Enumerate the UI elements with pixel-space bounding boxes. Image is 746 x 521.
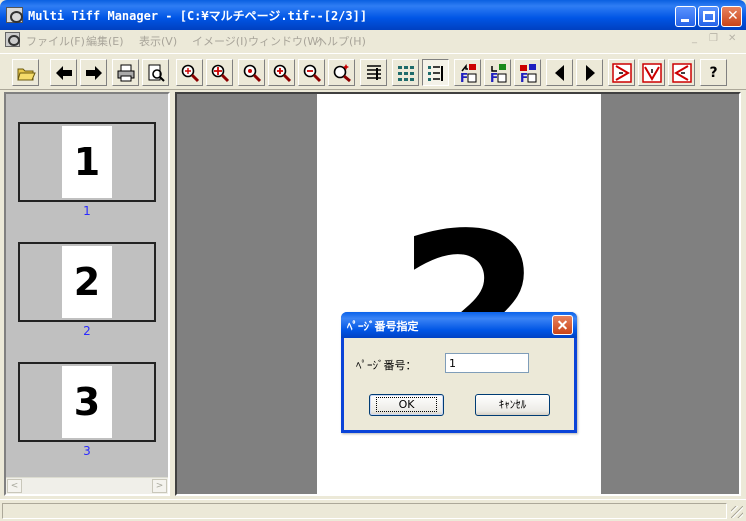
insert-page-before-icon: F (460, 63, 476, 83)
zoom-out-button[interactable] (238, 59, 265, 86)
title-bar[interactable]: Multi Tiff Manager - [C:¥マルチページ.tif--[2/… (0, 0, 746, 30)
list-view-icon (427, 65, 443, 81)
mdi-minimize-icon[interactable]: _ (692, 33, 697, 44)
forward-arrow-icon (85, 65, 102, 80)
insert-page-before-button[interactable]: F (454, 59, 481, 86)
thumbnail-grid-icon (397, 65, 414, 81)
help-button[interactable]: ? (700, 59, 727, 86)
menu-file[interactable]: ファイル(F) (26, 33, 85, 49)
flip-vertical-button[interactable] (638, 59, 665, 86)
scroll-left-icon[interactable]: < (7, 479, 22, 493)
close-icon: ✕ (727, 8, 739, 24)
forward-button[interactable] (80, 59, 107, 86)
ok-label: OK (375, 397, 438, 412)
status-bar (0, 499, 746, 521)
zoom-out-icon (243, 64, 261, 82)
thumbnail-pane[interactable]: 1 1 2 2 3 3 < > (4, 92, 170, 496)
rotate-right-icon (611, 62, 632, 83)
print-preview-icon (148, 64, 165, 82)
print-icon (117, 64, 134, 81)
help-icon: ? (709, 64, 718, 81)
thumbnail-digit: 2 (62, 246, 112, 318)
cancel-button[interactable]: ｷｬﾝｾﾙ (475, 394, 550, 416)
rotate-left-button[interactable] (668, 59, 695, 86)
rotate-left-icon (671, 62, 692, 83)
thumbnail-label: 2 (83, 324, 91, 338)
thumbnail-digit: 1 (62, 126, 112, 198)
zoom-star-button[interactable] (328, 59, 355, 86)
next-page-button[interactable] (576, 59, 603, 86)
dialog-close-icon[interactable] (552, 315, 573, 335)
single-page-view-icon (366, 64, 381, 80)
thumbnail-page-3[interactable]: 3 (18, 362, 156, 442)
menu-bar: ファイル(F) 編集(E) 表示(V) イメージ(I) ウィンドウ(W) ヘルプ… (0, 30, 746, 50)
open-icon (16, 68, 36, 80)
page-number-input[interactable] (445, 353, 529, 373)
close-button[interactable]: ✕ (721, 6, 742, 27)
open-button[interactable] (12, 59, 39, 86)
zoom-star-icon (333, 63, 351, 82)
page-number-dialog: ﾍﾟｰｼﾞ番号指定 ﾍﾟｰｼﾞ番号： OK ｷｬﾝｾﾙ (341, 312, 577, 433)
minimize-icon (681, 19, 689, 22)
insert-page-after-button[interactable]: F (484, 59, 511, 86)
insert-page-after-icon: F (490, 63, 506, 83)
next-page-icon (585, 64, 595, 81)
app-icon[interactable] (6, 7, 23, 23)
app-window: Multi Tiff Manager - [C:¥マルチページ.tif--[2/… (0, 0, 746, 521)
maximize-button[interactable] (698, 6, 719, 27)
menu-window[interactable]: ウィンドウ(W) (248, 33, 322, 49)
horizontal-scrollbar[interactable]: < > (6, 477, 168, 494)
menu-image[interactable]: イメージ(I) (192, 33, 248, 49)
scroll-right-icon[interactable]: > (152, 479, 167, 493)
print-button[interactable] (112, 59, 139, 86)
previous-page-button[interactable] (546, 59, 573, 86)
zoom-in-button[interactable] (268, 59, 295, 86)
menu-help[interactable]: ヘルプ(H) (316, 33, 366, 49)
resize-grip-icon[interactable] (731, 506, 743, 518)
ok-button[interactable]: OK (369, 394, 444, 416)
menu-edit[interactable]: 編集(E) (86, 33, 124, 49)
maximize-icon (703, 11, 715, 22)
zoom-fit-button[interactable] (176, 59, 203, 86)
back-button[interactable] (50, 59, 77, 86)
dialog-title: ﾍﾟｰｼﾞ番号指定 (347, 320, 419, 333)
thumbnail-grid-button[interactable] (392, 59, 419, 86)
flip-vertical-icon (641, 62, 662, 83)
mdi-restore-icon[interactable]: ❐ (709, 33, 718, 44)
rotate-right-button[interactable] (608, 59, 635, 86)
status-panel (2, 503, 727, 519)
svg-text:F: F (460, 71, 468, 83)
mdi-close-icon[interactable]: ✕ (728, 33, 736, 44)
dialog-title-bar[interactable]: ﾍﾟｰｼﾞ番号指定 (341, 312, 577, 338)
previous-page-icon (554, 64, 564, 81)
zoom-in-plus-button[interactable] (206, 59, 233, 86)
menu-view[interactable]: 表示(V) (139, 33, 177, 49)
zoom-fit-icon (181, 64, 199, 82)
delete-page-button[interactable]: F (514, 59, 541, 86)
svg-text:F: F (520, 71, 528, 83)
toolbar: F F F ? (0, 53, 746, 90)
print-preview-button[interactable] (142, 59, 169, 86)
thumbnail-page-1[interactable]: 1 (18, 122, 156, 202)
single-page-view-button[interactable] (360, 59, 387, 86)
back-arrow-icon (55, 65, 72, 80)
thumbnail-label: 1 (83, 204, 91, 218)
document-icon[interactable] (5, 32, 20, 47)
image-viewer[interactable]: 2 (175, 92, 741, 496)
zoom-out-small-icon (303, 64, 321, 82)
list-view-button[interactable] (422, 59, 449, 86)
minimize-button[interactable] (675, 6, 696, 27)
delete-page-icon: F (519, 63, 536, 83)
zoom-in-plus-icon (211, 64, 229, 82)
zoom-in-icon (273, 64, 291, 82)
window-title: Multi Tiff Manager - [C:¥マルチページ.tif--[2/… (28, 9, 368, 23)
zoom-out-small-button[interactable] (298, 59, 325, 86)
thumbnail-label: 3 (83, 444, 91, 458)
thumbnail-page-2[interactable]: 2 (18, 242, 156, 322)
thumbnail-digit: 3 (62, 366, 112, 438)
svg-text:F: F (490, 71, 498, 83)
page-number-label: ﾍﾟｰｼﾞ番号： (356, 359, 417, 372)
page-canvas: 2 (317, 94, 601, 494)
